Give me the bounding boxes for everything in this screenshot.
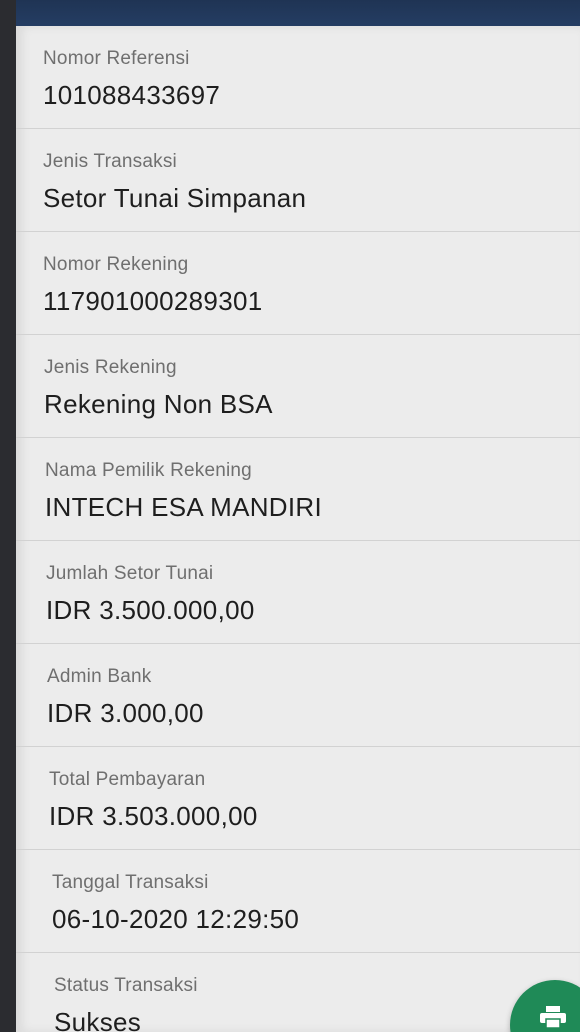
detail-label: Status Transaksi: [54, 975, 198, 996]
detail-value: 101088433697: [43, 80, 221, 110]
transaction-detail-card: Nomor Referensi 101088433697 Jenis Trans…: [16, 26, 580, 1032]
detail-label: Tanggal Transaksi: [52, 872, 209, 893]
detail-row-transaction-status: Status Transaksi Sukses: [16, 953, 580, 1032]
detail-row-account-owner: Nama Pemilik Rekening INTECH ESA MANDIRI: [16, 438, 580, 541]
detail-value: Rekening Non BSA: [44, 389, 273, 419]
detail-label: Nomor Rekening: [43, 254, 189, 275]
detail-label: Nama Pemilik Rekening: [45, 460, 252, 481]
detail-value: INTECH ESA MANDIRI: [45, 492, 322, 522]
detail-row-total-payment: Total Pembayaran IDR 3.503.000,00: [16, 747, 580, 850]
detail-value: 117901000289301: [43, 286, 263, 316]
detail-label: Nomor Referensi: [43, 48, 190, 69]
print-icon: [540, 1006, 566, 1028]
device-bezel: [0, 0, 16, 1032]
detail-label: Jenis Rekening: [44, 357, 177, 378]
detail-row-admin-fee: Admin Bank IDR 3.000,00: [16, 644, 580, 747]
detail-value: IDR 3.503.000,00: [49, 801, 258, 831]
detail-value: 06-10-2020 12:29:50: [52, 904, 300, 934]
detail-row-account-number: Nomor Rekening 117901000289301: [16, 232, 580, 335]
detail-value: Setor Tunai Simpanan: [43, 183, 307, 213]
detail-label: Total Pembayaran: [49, 769, 206, 790]
detail-value: IDR 3.500.000,00: [46, 595, 255, 625]
detail-label: Jumlah Setor Tunai: [46, 563, 214, 584]
detail-row-reference-number: Nomor Referensi 101088433697: [16, 26, 580, 129]
detail-row-transaction-type: Jenis Transaksi Setor Tunai Simpanan: [16, 129, 580, 232]
detail-row-account-type: Jenis Rekening Rekening Non BSA: [16, 335, 580, 438]
detail-label: Jenis Transaksi: [43, 151, 177, 172]
detail-value: Sukses: [54, 1007, 142, 1032]
detail-value: IDR 3.000,00: [47, 698, 204, 728]
detail-row-transaction-date: Tanggal Transaksi 06-10-2020 12:29:50: [16, 850, 580, 953]
detail-row-deposit-amount: Jumlah Setor Tunai IDR 3.500.000,00: [16, 541, 580, 644]
detail-label: Admin Bank: [47, 666, 152, 687]
screen: Nomor Referensi 101088433697 Jenis Trans…: [0, 0, 580, 1032]
